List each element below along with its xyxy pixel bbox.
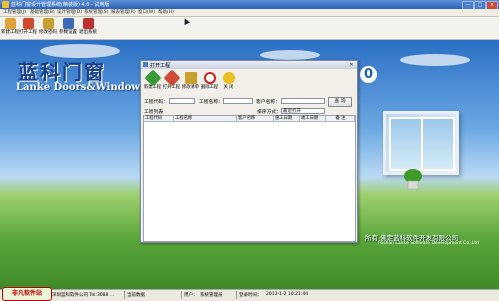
- watermark-logo: 非凡软件站: [2, 287, 52, 301]
- menu-report[interactable]: 报表管理(R): [111, 9, 136, 16]
- plant-illustration: [404, 169, 422, 190]
- dialog-open-project-button[interactable]: 打开工程: [163, 69, 180, 94]
- status-bar: 深圳蓝科软件公司 Tel:3088 ... 当前数据 用户： 系统管理员 登录时…: [0, 289, 499, 301]
- menu-help[interactable]: 帮助(H): [158, 9, 174, 16]
- dialog-close-button[interactable]: ✕: [348, 62, 355, 68]
- project-code-label: 工程代码：: [144, 100, 168, 105]
- customer-name-label: 客户名称：: [256, 100, 280, 105]
- toolbar-open-project-button[interactable]: 打开工程: [19, 18, 37, 38]
- column-header-customer-name[interactable]: 客户名称: [237, 116, 274, 122]
- query-button[interactable]: 查 询: [328, 97, 352, 107]
- dialog-close-action-button[interactable]: 关 闭: [220, 72, 237, 94]
- toolbar-change-password-button[interactable]: 修改密码: [39, 18, 57, 38]
- column-header-complete-date[interactable]: 竣工日期: [300, 116, 326, 122]
- edit-list-icon: [184, 72, 197, 84]
- column-header-remarks[interactable]: 备 注: [326, 116, 355, 122]
- menu-basic[interactable]: 基础管理(B): [30, 9, 55, 16]
- menu-design[interactable]: 设计管理(D): [57, 9, 82, 16]
- customer-name-select[interactable]: [281, 98, 325, 104]
- column-header-project-code[interactable]: 工程代码: [144, 116, 174, 122]
- toolbar: 新建工程 打开工程 修改密码 参数设置 退出系统: [0, 17, 499, 40]
- sort-select[interactable]: 最近打开: [281, 108, 325, 114]
- dialog-edit-list-button[interactable]: 修改清单: [182, 72, 199, 94]
- project-list-label: 工程列表: [144, 110, 164, 115]
- company-name-en: Foshan Lanke Software Development Co.,Lt…: [378, 241, 479, 246]
- dialog-delete-project-button[interactable]: 删除工程: [201, 72, 218, 94]
- project-name-input[interactable]: [223, 98, 253, 104]
- menu-system[interactable]: 系统管理(S): [84, 9, 108, 16]
- toolbar-exit-button[interactable]: 退出系统: [79, 18, 97, 38]
- open-project-icon: [22, 18, 34, 29]
- project-code-input[interactable]: [169, 98, 195, 104]
- status-user-label: 用户：: [184, 293, 198, 298]
- window-title: 蓝科门窗设计管理系统(精装版) 4.0 - 试用版: [11, 2, 110, 8]
- dialog-new-project-button[interactable]: 新建工程: [144, 69, 161, 94]
- menu-window[interactable]: 窗口(W): [138, 9, 155, 16]
- status-database: 当前数据: [127, 293, 145, 298]
- project-name-label: 工程名称：: [199, 100, 223, 105]
- column-header-start-date[interactable]: 施工日期: [274, 116, 300, 122]
- dialog-title: 打开工程: [150, 63, 171, 69]
- app-icon: [2, 1, 9, 8]
- status-time-label: 登录时间：: [239, 293, 262, 298]
- project-list-table[interactable]: 工程代码 工程名称 客户名称 施工日期 竣工日期 备 注: [143, 115, 356, 242]
- brand-version-badge: 0: [360, 66, 377, 83]
- status-user-value: 系统管理员: [200, 293, 223, 298]
- new-project-icon: [4, 18, 16, 29]
- status-time-value: 2013-1-2 10:21:44: [266, 292, 309, 297]
- menu-project[interactable]: 工程管理(J): [3, 9, 26, 16]
- close-circle-icon: [222, 72, 235, 84]
- sort-label: 排序方式：: [257, 110, 281, 115]
- column-header-project-name[interactable]: 工程名称: [174, 116, 237, 122]
- dialog-title-bar[interactable]: 打开工程 ✕: [141, 61, 357, 69]
- brand-title-cn: 蓝科门窗: [18, 60, 106, 84]
- exit-icon: [82, 18, 94, 29]
- delete-icon: [203, 72, 216, 84]
- toolbar-settings-button[interactable]: 参数设置: [59, 18, 77, 38]
- title-bar: 蓝科门窗设计管理系统(精装版) 4.0 - 试用版 — □ ×: [0, 0, 499, 10]
- open-project-dialog: 打开工程 ✕ 新建工程 打开工程 修改清单 删除工程 关 闭 工程代码： 工程名…: [140, 60, 358, 243]
- window-illustration: [383, 111, 459, 175]
- menu-bar: 工程管理(J) 基础管理(B) 设计管理(D) 系统管理(S) 报表管理(R) …: [0, 9, 499, 17]
- brand-title-en: Lanke Doors&Windows: [16, 82, 146, 93]
- dialog-app-icon: [143, 62, 148, 67]
- password-key-icon: [42, 18, 54, 29]
- status-company: 深圳蓝科软件公司 Tel:3088 ...: [52, 293, 115, 298]
- toolbar-new-project-button[interactable]: 新建工程: [1, 18, 19, 38]
- settings-icon: [62, 18, 74, 29]
